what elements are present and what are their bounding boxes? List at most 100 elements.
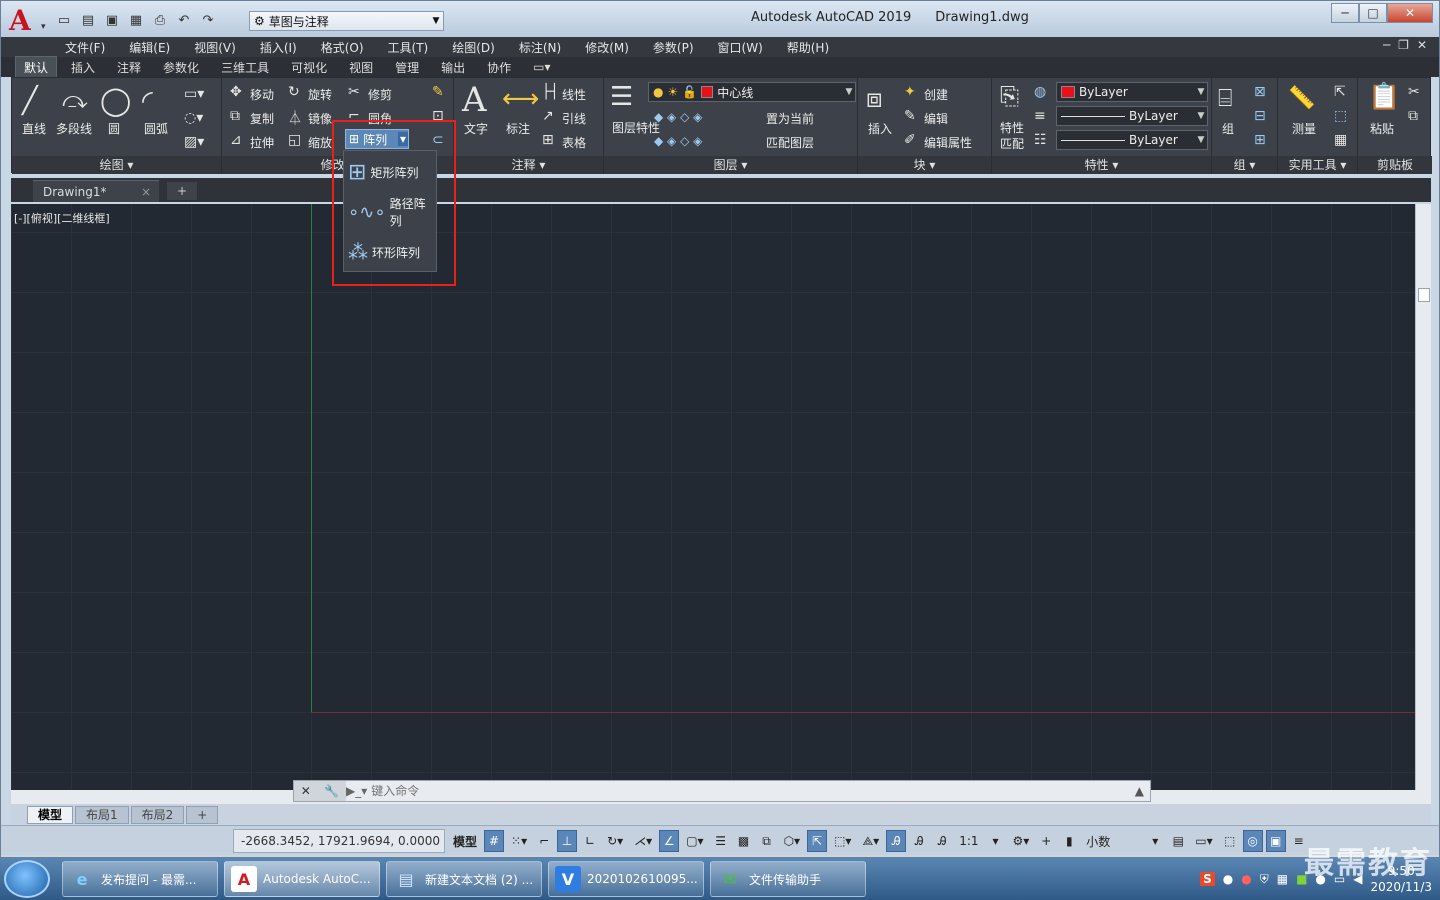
move-button[interactable]: 移动 — [250, 86, 274, 103]
infer-icon[interactable]: ⌐ — [534, 830, 554, 852]
quick-select-icon[interactable]: ⇱ — [1334, 84, 1346, 100]
trim-button[interactable]: 修剪 — [368, 86, 392, 103]
measure-icon[interactable]: 📏 — [1288, 86, 1315, 111]
layer-dropdown[interactable]: ● ☀ 🔓 中心线 ▼ — [648, 82, 856, 102]
save-as-icon[interactable]: ▦ — [127, 11, 145, 29]
3d-osnap-icon[interactable]: ⬡▾ — [780, 830, 805, 852]
group-edit-icon[interactable]: ⊟ — [1254, 108, 1266, 124]
groups-panel-title[interactable]: 组 ▾ — [1212, 156, 1277, 174]
group-button[interactable]: 组 — [1222, 120, 1234, 137]
arc-icon[interactable]: ◜ — [142, 84, 153, 117]
cut-icon[interactable]: ✂ — [1408, 84, 1420, 100]
draw-panel-title[interactable]: 绘图 ▾ — [12, 156, 221, 174]
tab-layout1[interactable]: 布局1 — [75, 806, 129, 824]
tab-output[interactable]: 输出 — [433, 57, 473, 78]
arc-button[interactable]: 圆弧 — [144, 120, 168, 137]
clipboard-panel-title[interactable]: 剪贴板 — [1358, 156, 1432, 174]
clean-screen-icon[interactable]: ▣ — [1265, 830, 1286, 852]
transparency-icon[interactable]: ▩ — [734, 830, 754, 852]
taskbar-item-viewer[interactable]: V 2020102610095... — [548, 861, 704, 897]
isodraft-icon[interactable]: ⋌▾ — [630, 830, 656, 852]
menu-parametric[interactable]: 参数(P) — [653, 39, 706, 56]
doc-close-icon[interactable]: ✕ — [1417, 38, 1427, 52]
layer-properties-button[interactable]: 图层特性 — [612, 120, 660, 136]
units-dropdown[interactable]: 小数 — [1082, 830, 1142, 852]
color-dropdown[interactable]: ByLayer ▼ — [1056, 82, 1208, 102]
insert-block-button[interactable]: 插入 — [868, 120, 892, 137]
polar-icon[interactable]: ↻▾ — [603, 830, 627, 852]
select-all-icon[interactable]: ⬚ — [1334, 108, 1347, 124]
menu-tools[interactable]: 工具(T) — [388, 39, 441, 56]
undo-icon[interactable]: ↶ — [175, 11, 193, 29]
dynamic-input-icon[interactable]: ⊥ — [557, 830, 578, 852]
file-tab[interactable]: Drawing1* × — [33, 180, 159, 202]
hatch-icon[interactable]: ◌▾ — [184, 110, 203, 126]
network-icon[interactable]: ▦ — [1277, 872, 1288, 886]
taskbar-item-notepad[interactable]: ▤ 新建文本文档 (2) ... — [386, 861, 542, 897]
paste-button[interactable]: 粘贴 — [1370, 120, 1394, 137]
gizmo-icon[interactable]: ⟁▾ — [858, 830, 883, 852]
annotation-monitor-icon[interactable]: + — [1036, 830, 1056, 852]
group-select-icon[interactable]: ⊞ — [1254, 132, 1266, 148]
linear-button[interactable]: 线性 — [562, 86, 586, 103]
annotation-scale-icon[interactable]: Ꭿ — [932, 830, 952, 852]
layers-panel-title[interactable]: 图层 ▾ — [604, 156, 857, 174]
chevron-down-icon[interactable]: ▾ — [986, 830, 1006, 852]
line-button[interactable]: 直线 — [22, 120, 46, 137]
line-icon[interactable]: ╱ — [22, 86, 38, 116]
add-layout-button[interactable]: + — [186, 806, 219, 824]
tab-parametric[interactable]: 参数化 — [155, 57, 207, 78]
circle-icon[interactable]: ◯ — [100, 84, 131, 117]
new-tab-button[interactable]: + — [167, 182, 197, 200]
close-command-icon[interactable]: ✕ — [301, 784, 311, 798]
group-icon[interactable]: ⌸ — [1218, 84, 1232, 112]
tab-3d-tools[interactable]: 三维工具 — [213, 57, 277, 78]
stretch-button[interactable]: 拉伸 — [250, 134, 274, 151]
vertical-scrollbar[interactable] — [1415, 204, 1431, 790]
text-button[interactable]: 文字 — [464, 120, 488, 137]
command-history-icon[interactable]: ▲ — [1135, 784, 1144, 798]
menu-modify[interactable]: 修改(M) — [585, 39, 641, 56]
doc-minimize-icon[interactable]: ─ — [1383, 38, 1390, 52]
create-block-button[interactable]: 创建 — [924, 86, 948, 103]
edit-attribute-button[interactable]: 编辑属性 — [924, 134, 972, 151]
tab-collaborate[interactable]: 协作 — [479, 57, 519, 78]
selection-filter-icon[interactable]: ⬚▾ — [830, 830, 855, 852]
snap-icon[interactable]: ⁙▾ — [507, 830, 531, 852]
lock-ui-icon[interactable]: ▭▾ — [1191, 830, 1216, 852]
selection-cycling-icon[interactable]: ⧉ — [757, 830, 777, 852]
close-tab-icon[interactable]: × — [141, 185, 151, 199]
tab-home[interactable]: 默认 — [15, 55, 58, 79]
circle-button[interactable]: 圆 — [108, 120, 120, 137]
tab-visualize[interactable]: 可视化 — [283, 57, 335, 78]
rectangle-icon[interactable]: ▭▾ — [184, 86, 204, 102]
match-properties-button[interactable]: 特性匹配 — [1000, 120, 1026, 152]
annotation-visibility-icon[interactable]: Ꭿ — [886, 830, 907, 852]
start-button[interactable] — [4, 860, 50, 898]
properties-panel-title[interactable]: 特性 ▾ — [992, 156, 1211, 174]
menu-help[interactable]: 帮助(H) — [787, 39, 841, 56]
shield-icon[interactable]: ⛨ — [1260, 872, 1269, 887]
block-panel-title[interactable]: 块 ▾ — [858, 156, 991, 174]
wechat-tray-icon[interactable]: ● — [1223, 872, 1233, 886]
make-current-button[interactable]: 置为当前 — [766, 110, 814, 127]
leader-button[interactable]: 引线 — [562, 110, 586, 127]
calculator-icon[interactable]: ▦ — [1334, 132, 1347, 148]
quick-properties-icon[interactable]: ▤ — [1168, 830, 1188, 852]
menu-window[interactable]: 窗口(W) — [718, 39, 775, 56]
weibo-icon[interactable]: ● — [1241, 872, 1251, 886]
ortho-icon[interactable]: ∟ — [580, 830, 600, 852]
grid-icon[interactable]: # — [484, 830, 505, 852]
polyline-button[interactable]: 多段线 — [56, 120, 92, 137]
menu-draw[interactable]: 绘图(D) — [452, 39, 507, 56]
table-button[interactable]: 表格 — [562, 134, 586, 151]
erase-icon[interactable]: ✎ — [432, 84, 444, 100]
menu-insert[interactable]: 插入(I) — [260, 39, 309, 56]
scrollbar-thumb[interactable] — [1418, 288, 1430, 302]
new-icon[interactable]: ▭ — [55, 11, 73, 29]
annotation-scale[interactable]: 1:1 — [955, 830, 982, 852]
scale-button[interactable]: 缩放 — [308, 134, 332, 151]
polyline-icon[interactable]: ⤼ — [62, 86, 88, 114]
tab-layout2[interactable]: 布局2 — [130, 806, 185, 824]
isolate-objects-icon[interactable]: ⬚ — [1220, 830, 1240, 852]
